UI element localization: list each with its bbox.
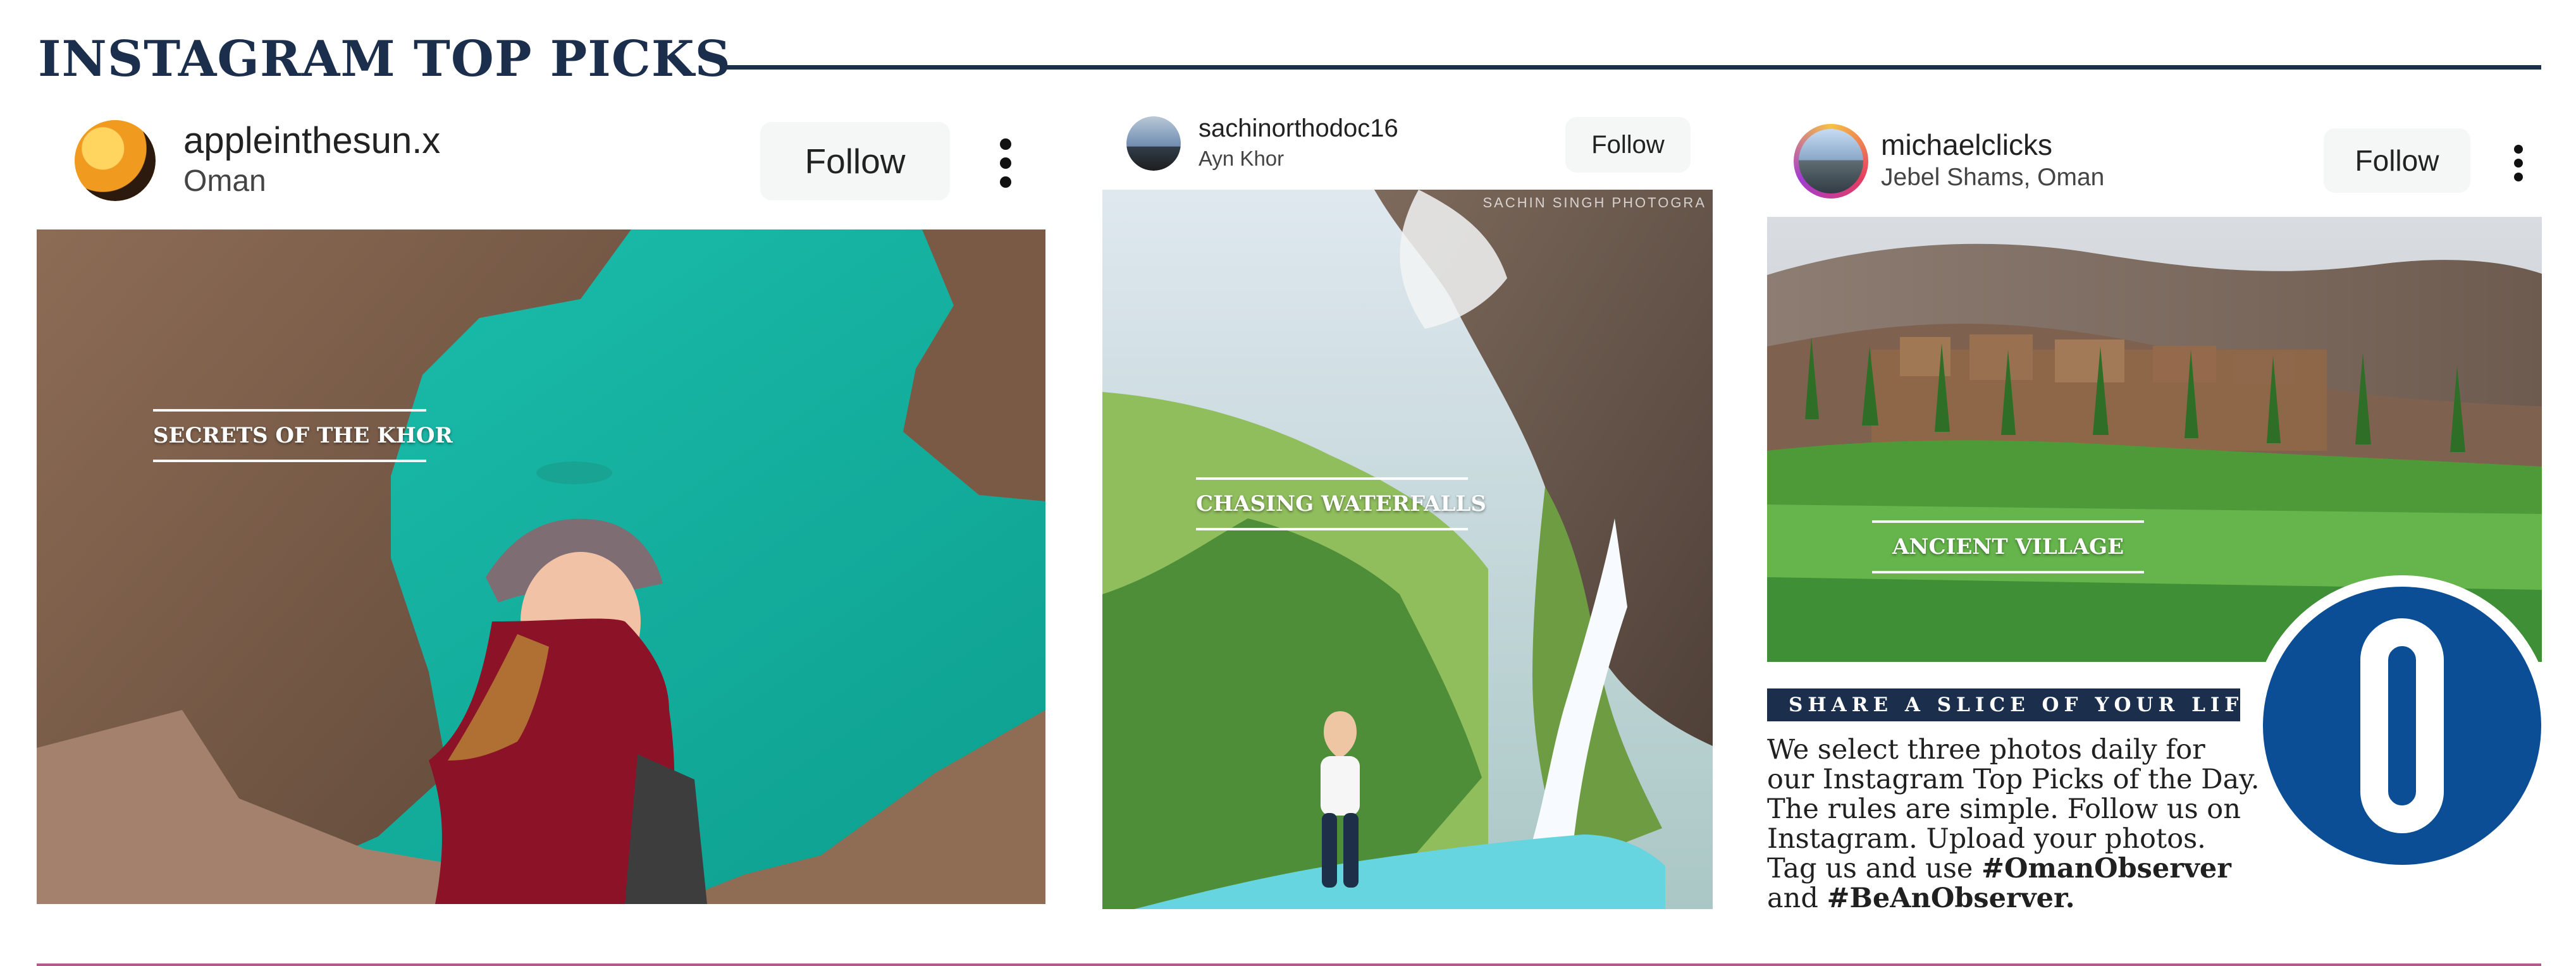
- more-options-dot: [2514, 159, 2523, 168]
- more-options-dot: [1000, 157, 1011, 169]
- avatar-image: [1799, 129, 1863, 193]
- follow-button[interactable]: Follow: [1565, 117, 1691, 173]
- promo-connector: and: [1767, 883, 1818, 914]
- more-options-dot: [2514, 145, 2523, 154]
- post-2-photo[interactable]: SACHIN SINGH PHOTOGRA CHASING WATERFALLS: [1102, 190, 1713, 909]
- photo-watermark: SACHIN SINGH PHOTOGRA: [1482, 195, 1706, 211]
- instagram-post-2: sachinorthodoc16 Ayn Khor Follow SACHIN …: [1102, 106, 1713, 909]
- avatar: [1794, 124, 1868, 199]
- post-1-overlay-label: SECRETS OF THE KHOR: [153, 409, 453, 462]
- instagram-post-1: appleinthesun.x Oman Follow SECRETS OF T…: [37, 111, 1045, 904]
- share-banner: SHARE A SLICE OF YOUR LIFE: [1767, 688, 2240, 721]
- hashtag-one: #OmanObserver: [1981, 853, 2231, 884]
- footer-divider: [37, 963, 2541, 966]
- follow-button[interactable]: Follow: [760, 122, 950, 200]
- more-options-dot: [2514, 173, 2523, 181]
- page-title: INSTAGRAM TOP PICKS: [38, 30, 731, 88]
- title-divider: [726, 65, 2541, 70]
- post-1-photo[interactable]: SECRETS OF THE KHOR: [37, 229, 1045, 904]
- logo-o-mark: [2360, 618, 2444, 833]
- more-options-icon[interactable]: [2513, 145, 2524, 181]
- khor-lake-photo: [37, 229, 1045, 904]
- oman-observer-logo: [2252, 575, 2553, 876]
- hashtag-two: #BeAnObserver.: [1827, 883, 2075, 914]
- post-1-header: appleinthesun.x Oman Follow: [37, 111, 1045, 224]
- post-1-location[interactable]: Oman: [183, 164, 266, 199]
- post-2-location[interactable]: Ayn Khor: [1199, 147, 1284, 171]
- post-3-username[interactable]: michaelclicks: [1881, 128, 2052, 162]
- avatar-image: [1126, 116, 1181, 171]
- more-options-dot: [1000, 176, 1011, 188]
- follow-button[interactable]: Follow: [2324, 128, 2470, 193]
- post-3-overlay-label: ANCIENT VILLAGE: [1872, 520, 2144, 573]
- waterfall-photo: [1102, 190, 1713, 909]
- more-options-dot: [1000, 138, 1011, 150]
- avatar-image: [75, 120, 156, 201]
- more-options-icon[interactable]: [999, 138, 1012, 188]
- post-2-header: sachinorthodoc16 Ayn Khor Follow: [1102, 106, 1713, 182]
- post-3-header: michaelclicks Jebel Shams, Oman Follow: [1767, 114, 2542, 209]
- avatar: [75, 120, 156, 201]
- promo-description: We select three photos daily for our Ins…: [1767, 735, 2260, 914]
- logo-inner-circle: [2263, 587, 2541, 865]
- post-3-location[interactable]: Jebel Shams, Oman: [1881, 164, 2104, 192]
- avatar: [1126, 116, 1181, 171]
- post-2-overlay-label: CHASING WATERFALLS: [1196, 477, 1486, 530]
- post-2-username[interactable]: sachinorthodoc16: [1199, 114, 1398, 143]
- post-1-username[interactable]: appleinthesun.x: [183, 119, 440, 162]
